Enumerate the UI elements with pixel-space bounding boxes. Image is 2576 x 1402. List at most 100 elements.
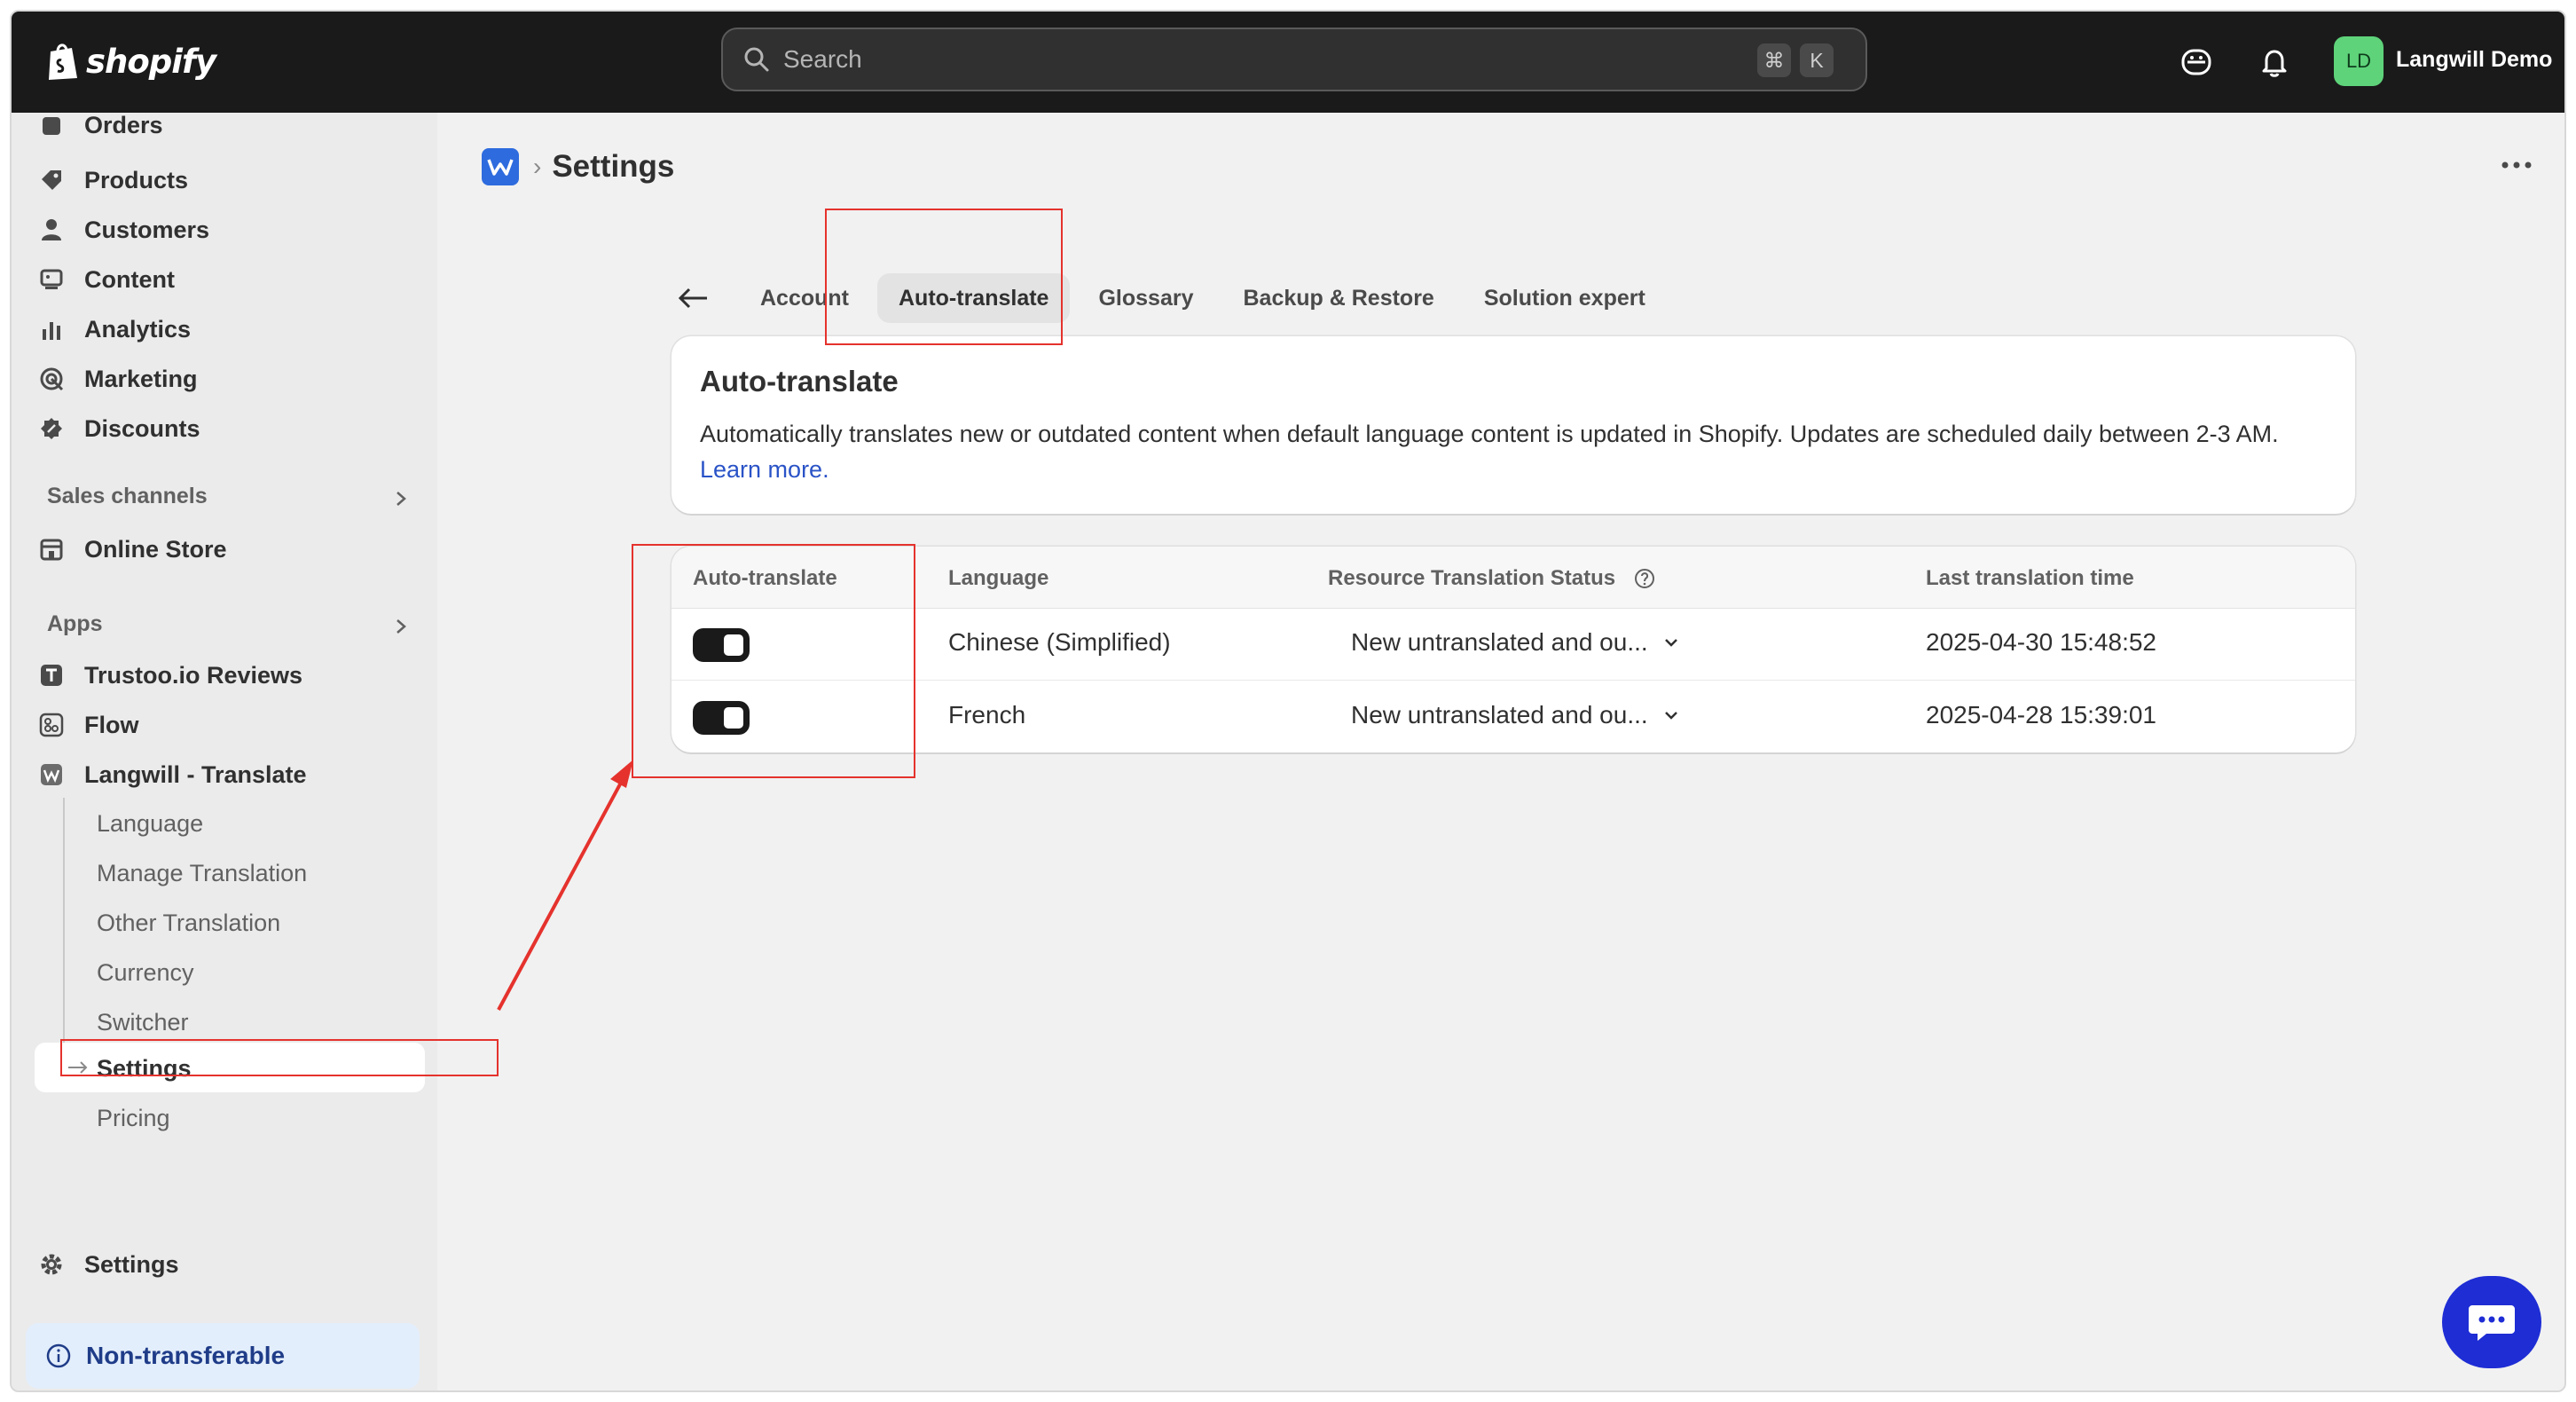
tab-glossary[interactable]: Glossary [1077,273,1214,323]
sidebar-sub-pricing[interactable]: Pricing [97,1096,170,1140]
language-cell: French [948,701,1026,729]
search-input[interactable]: Search ⌘ K [721,28,1867,91]
main-content: › Settings Account Auto-translate Glossa… [437,113,2564,1390]
auto-translate-intro-card: Auto-translate Automatically translates … [671,336,2355,514]
sidebar-item-langwill[interactable]: Langwill - Translate [38,752,307,798]
non-transferable-label: Non-transferable [86,1342,286,1369]
status-select[interactable]: New untranslated and ou... [1351,701,1682,729]
search-placeholder: Search [783,45,862,73]
brand-name: shopify [86,42,216,81]
discount-icon [38,415,65,442]
kbd-k: K [1800,43,1834,77]
sidebar-item-customers[interactable]: Customers [38,207,209,253]
tag-icon [38,167,65,193]
breadcrumb: › Settings [482,148,674,185]
column-header: Language [948,566,1049,590]
sidebar-item-trustoo[interactable]: Trustoo.io Reviews [38,652,302,698]
column-header: Last translation time [1926,566,2134,590]
sidebar-item-label: Online Store [84,535,227,563]
chevron-down-icon [1664,712,1677,720]
target-icon [38,366,65,392]
tab-auto-translate[interactable]: Auto-translate [877,273,1071,323]
sidebar-item-label: Trustoo.io Reviews [84,661,303,689]
sidebar-item-label: Products [84,166,189,193]
language-cell: Chinese (Simplified) [948,628,1171,656]
column-header: Auto-translate [693,566,837,590]
card-heading: Auto-translate [700,365,899,398]
shopify-bag-icon [49,43,77,80]
chevron-right-icon[interactable] [391,617,411,636]
sidebar-item-marketing[interactable]: Marketing [38,356,198,402]
tab-backup-restore[interactable]: Backup & Restore [1221,273,1455,323]
sidebar-item-flow[interactable]: Flow [38,702,139,748]
chat-bubble-icon [2469,1305,2515,1341]
sidebar-item-analytics[interactable]: Analytics [38,306,191,352]
sidebar-item-label: Analytics [84,315,192,343]
chevron-right-icon[interactable] [391,489,411,508]
person-icon [38,217,65,243]
sidebar-sub-settings[interactable]: Settings [97,1046,192,1091]
avatar[interactable]: LD [2334,36,2384,86]
sales-channels-heading[interactable]: Sales channels [47,484,208,509]
column-header: Resource Translation Status [1328,566,1656,591]
non-transferable-banner[interactable]: Non-transferable [26,1323,420,1389]
languages-table: Auto-translate Language Resource Transla… [671,547,2355,752]
table-header: Auto-translate Language Resource Transla… [671,547,2355,609]
sidebar-item-label: Langwill - Translate [84,760,307,788]
settings-tabs: Account Auto-translate Glossary Backup &… [677,271,1674,326]
sidebar: Orders Products Customers Content Analyt… [12,113,437,1390]
chevron-down-icon [1664,639,1677,647]
search-icon [744,47,769,72]
tab-account[interactable]: Account [739,273,870,323]
sidebar-item-settings[interactable]: Settings [38,1241,179,1288]
shopify-logo[interactable]: shopify [45,38,216,84]
sidebar-sub-manage-translation[interactable]: Manage Translation [97,851,307,895]
orders-icon [38,113,65,139]
status-value: New untranslated and ou... [1351,701,1648,729]
breadcrumb-separator: › [533,153,542,180]
langwill-app-icon[interactable] [482,148,519,185]
sidebar-item-label: Content [84,265,175,293]
last-translation-time: 2025-04-30 15:48:52 [1926,628,2156,656]
sidebar-item-discounts[interactable]: Discounts [38,406,200,452]
flow-icon [38,712,65,738]
info-icon [46,1343,71,1368]
sidebar-sub-switcher[interactable]: Switcher [97,1000,189,1044]
sidebar-sub-language[interactable]: Language [97,801,203,846]
sidebar-item-online-store[interactable]: Online Store [38,526,227,572]
store-icon [38,536,65,563]
sidebar-item-label: Marketing [84,365,198,392]
sidebar-sub-other-translation[interactable]: Other Translation [97,901,280,945]
help-icon[interactable] [1633,567,1656,590]
sidekick-icon[interactable] [2179,45,2213,79]
store-name[interactable]: Langwill Demo [2396,47,2552,73]
active-item-highlight [35,1043,425,1092]
apps-heading[interactable]: Apps [47,611,103,637]
last-translation-time: 2025-04-28 15:39:01 [1926,701,2156,729]
sidebar-item-label: Orders [84,113,163,138]
status-select[interactable]: New untranslated and ou... [1351,628,1682,657]
chat-button[interactable] [2442,1276,2541,1368]
sidebar-item-label: Customers [84,216,210,243]
column-header-label: Resource Translation Status [1328,566,1616,590]
more-actions-icon[interactable] [2501,161,2533,169]
description-text: Automatically translates new or outdated… [700,421,2279,447]
top-bar: shopify Search ⌘ K LD Langwill Demo [12,12,2564,113]
sidebar-item-orders[interactable]: Orders [38,113,163,139]
learn-more-link[interactable]: Learn more. [700,456,829,483]
sidebar-sub-currency[interactable]: Currency [97,950,194,995]
sidebar-item-content[interactable]: Content [38,256,175,303]
tab-solution-expert[interactable]: Solution expert [1463,273,1667,323]
bell-icon[interactable] [2258,45,2291,79]
auto-translate-toggle[interactable] [693,701,750,735]
back-arrow-icon[interactable] [677,285,711,311]
sidebar-item-products[interactable]: Products [38,157,188,203]
table-row: Chinese (Simplified) New untranslated an… [671,609,2355,681]
content-icon [38,266,65,293]
gear-icon [38,1251,65,1278]
auto-translate-toggle[interactable] [693,628,750,662]
langwill-icon [38,761,65,788]
sidebar-item-label: Discounts [84,414,200,442]
status-value: New untranslated and ou... [1351,628,1648,656]
kbd-cmd: ⌘ [1757,43,1791,77]
